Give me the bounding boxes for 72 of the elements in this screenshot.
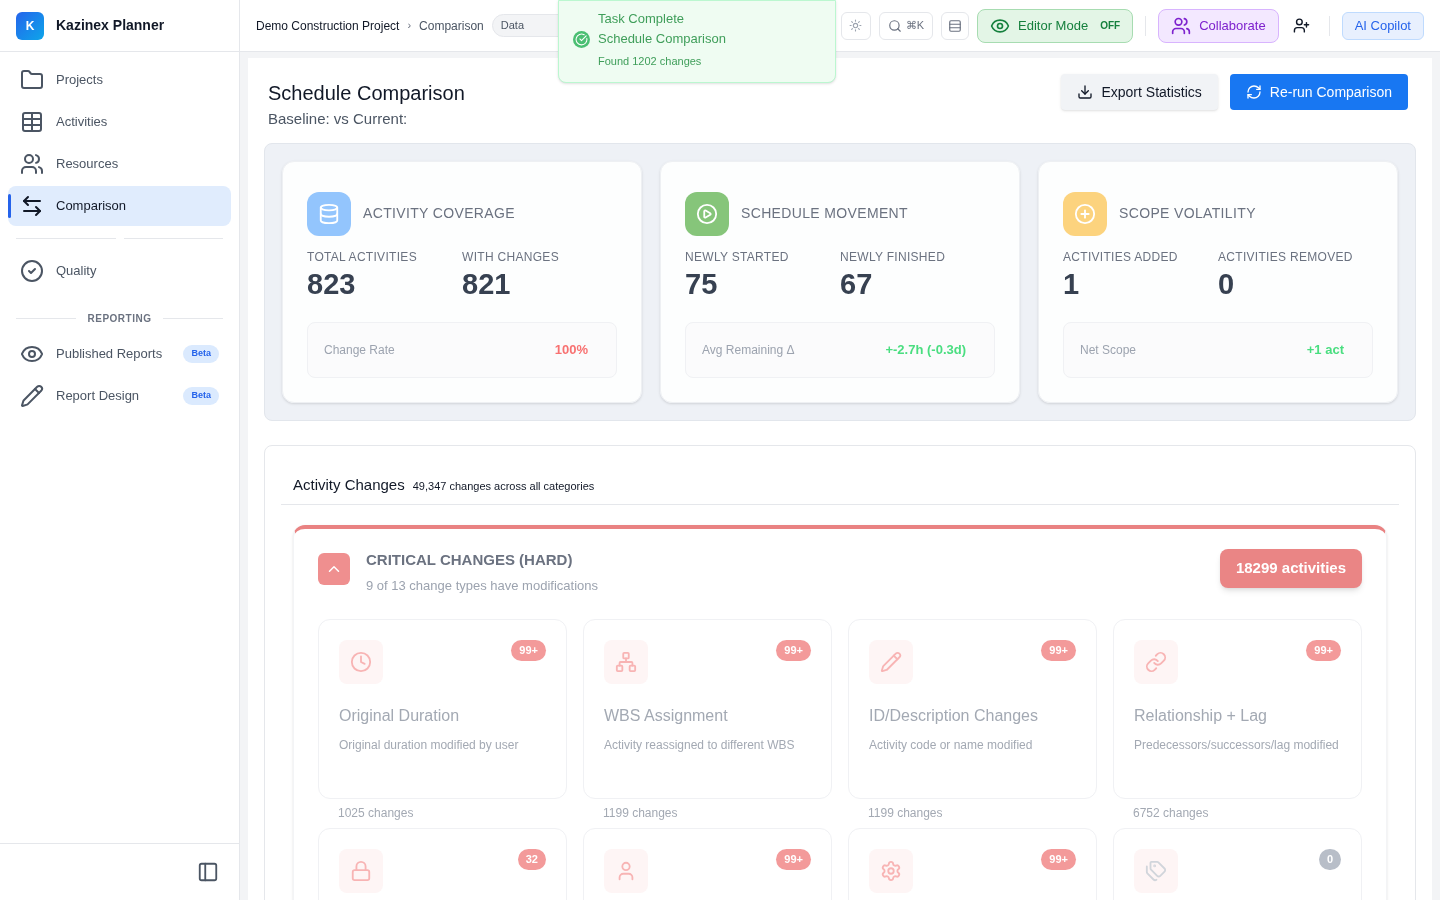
breadcrumb-link[interactable]: Comparison xyxy=(419,16,484,35)
sidebar-item[interactable]: Resources xyxy=(8,144,231,184)
count-badge: 99+ xyxy=(776,849,811,870)
breadcrumb-separator: › xyxy=(407,18,412,34)
sidebar-item[interactable]: Projects xyxy=(8,60,231,100)
change-type-title: WBS Assignment xyxy=(604,706,729,726)
sidebar-item[interactable]: Activities xyxy=(8,102,231,142)
count-badge: 99+ xyxy=(776,640,811,661)
change-type-title: ID/Description Changes xyxy=(869,706,1039,726)
change-type-title: Relationship + Lag xyxy=(1134,706,1268,726)
stat-card-title: SCOPE VOLATILITY xyxy=(1119,204,1256,223)
toast-message: Found 1202 changes xyxy=(598,54,703,69)
page-title: Schedule Comparison xyxy=(268,81,465,106)
change-type-description: Activity reassigned to different WBS xyxy=(604,737,796,754)
footer-value: 100% xyxy=(553,340,589,359)
footer-value: +1 act xyxy=(1305,340,1345,359)
footer-label: Avg Remaining Δ xyxy=(702,341,795,359)
count-badge: 0 xyxy=(1318,849,1341,870)
search-button[interactable]: ⌘K xyxy=(878,11,934,40)
metric-value: 821 xyxy=(462,266,512,302)
change-type-title: Original Duration xyxy=(339,706,461,726)
footer-value: +-2.7h (-0.3d) xyxy=(884,340,967,359)
editor-mode-toggle[interactable]: Editor Mode OFF xyxy=(977,8,1134,43)
metric-label: NEWLY FINISHED xyxy=(840,248,947,266)
count-badge: 99+ xyxy=(511,640,546,661)
change-type-description: Predecessors/successors/lag modified xyxy=(1134,737,1340,754)
ai-copilot-button[interactable]: AI Copilot xyxy=(1341,11,1424,40)
metric-label: TOTAL ACTIVITIES xyxy=(307,248,418,266)
count-badge: 99+ xyxy=(1041,640,1076,661)
section-summary: 49,347 changes across all categories xyxy=(412,478,595,494)
toast-subtitle: Schedule Comparison xyxy=(598,30,726,48)
group-subtitle: 9 of 13 change types have modifications xyxy=(366,576,598,595)
change-count: 1025 changes xyxy=(337,805,415,822)
metric-label: WITH CHANGES xyxy=(462,248,560,266)
change-count: 1199 changes xyxy=(602,805,679,822)
metric-value: 1 xyxy=(1063,266,1081,302)
sidebar-item[interactable]: Quality xyxy=(8,251,231,291)
export-statistics-button[interactable]: Export Statistics xyxy=(1061,74,1218,110)
sidebar-item[interactable]: Report Design Beta xyxy=(8,376,231,416)
stat-card-title: ACTIVITY COVERAGE xyxy=(363,204,515,223)
toast-title: Task Complete xyxy=(598,10,685,28)
metric-label: ACTIVITIES ADDED xyxy=(1063,248,1179,266)
metric-value: 67 xyxy=(840,266,874,302)
count-badge: 32 xyxy=(517,849,546,870)
app-name: Kazinex Planner xyxy=(56,16,165,35)
change-count: 1199 changes xyxy=(867,805,944,822)
app-logo: K xyxy=(16,11,44,40)
activity-count-badge: 18299 activities xyxy=(1219,549,1362,588)
metric-value: 75 xyxy=(685,266,719,302)
footer-label: Change Rate xyxy=(324,341,395,359)
breadcrumb-link[interactable]: Demo Construction Project xyxy=(256,16,400,35)
sidebar-item[interactable]: Comparison xyxy=(8,186,231,226)
collaborate-button[interactable]: Collaborate xyxy=(1158,8,1279,43)
count-badge: 99+ xyxy=(1306,640,1341,661)
section-title: Activity Changes xyxy=(293,474,405,495)
metric-label: NEWLY STARTED xyxy=(685,248,790,266)
stat-card-title: SCHEDULE MOVEMENT xyxy=(741,204,908,223)
page-subtitle: Baseline: vs Current: xyxy=(268,109,409,129)
count-badge: 99+ xyxy=(1041,849,1076,870)
change-count: 6752 changes xyxy=(1132,805,1210,822)
rerun-comparison-button[interactable]: Re-run Comparison xyxy=(1229,74,1408,110)
beta-badge: Beta xyxy=(183,345,219,363)
change-type-description: Activity code or name modified xyxy=(869,737,1034,754)
footer-label: Net Scope xyxy=(1080,341,1137,359)
metric-value: 0 xyxy=(1218,266,1236,302)
metric-value: 823 xyxy=(307,266,357,302)
sidebar-item[interactable]: Published Reports Beta xyxy=(8,334,231,374)
change-type-description: Original duration modified by user xyxy=(339,737,520,754)
metric-label: ACTIVITIES REMOVED xyxy=(1218,248,1354,266)
group-title: CRITICAL CHANGES (HARD) xyxy=(366,550,574,570)
beta-badge: Beta xyxy=(183,387,219,405)
section-heading: REPORTING xyxy=(87,312,152,326)
